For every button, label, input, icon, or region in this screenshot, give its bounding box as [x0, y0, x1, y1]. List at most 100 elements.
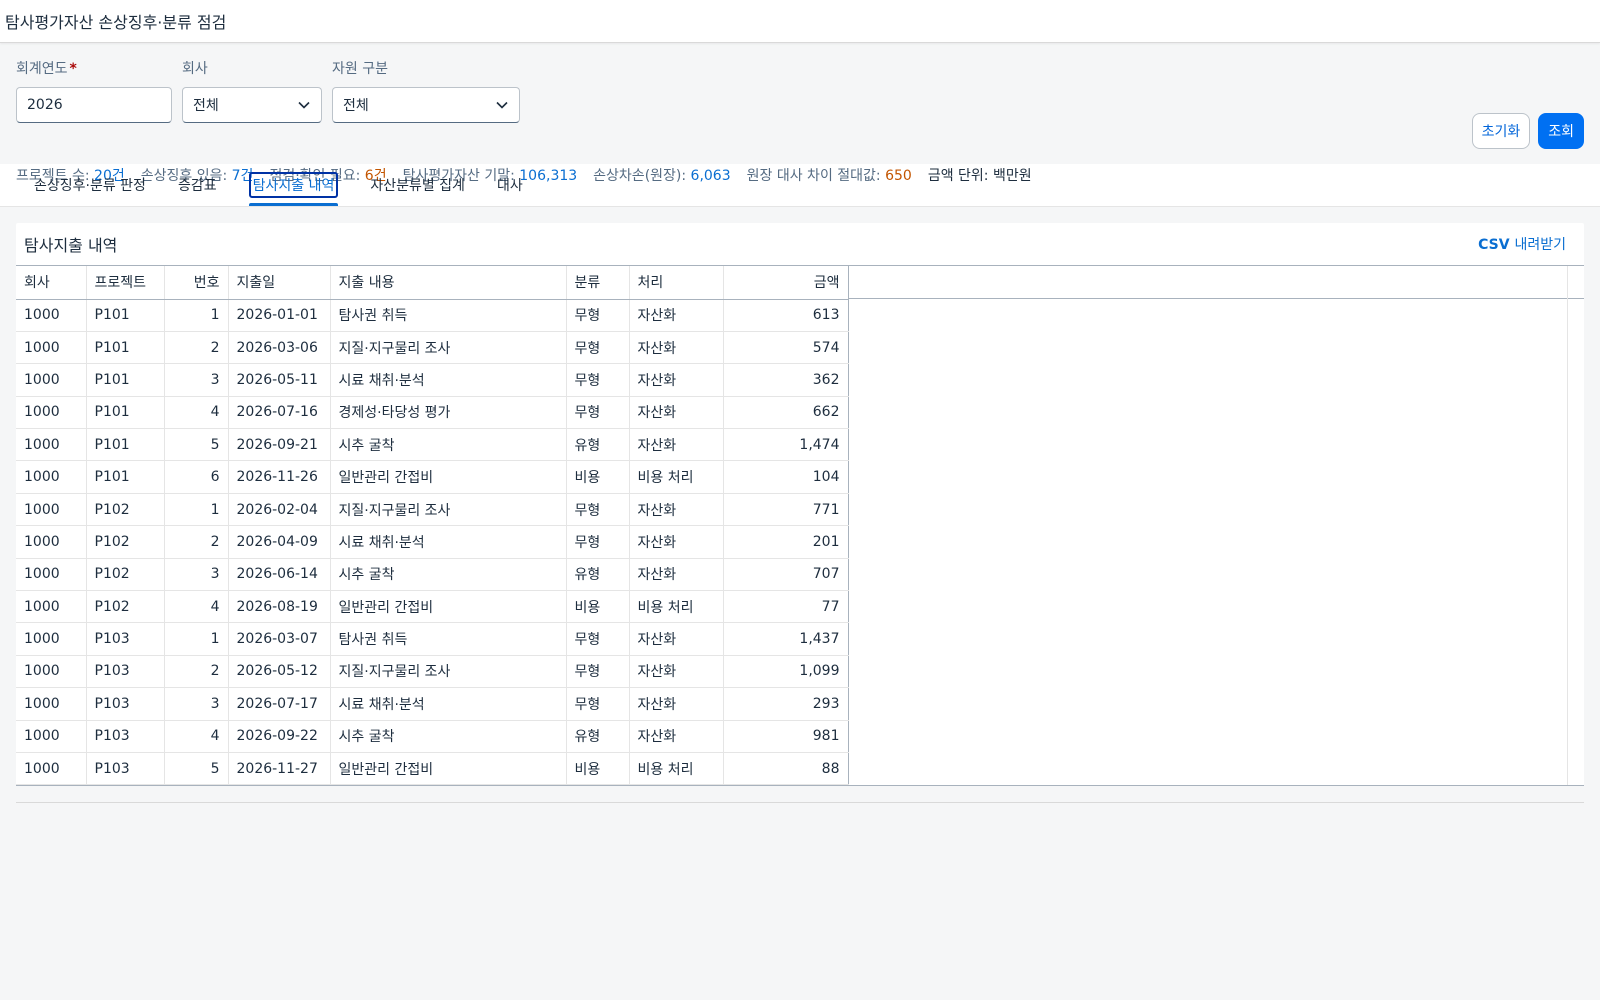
table-cell: 1,474	[723, 428, 849, 462]
expenditure-table: 회사 프로젝트 번호 지출일 지출 내용 분류 처리 금액 1000 P101 1 2…	[16, 266, 849, 786]
col-description[interactable]: 지출 내용	[330, 266, 567, 300]
table-row[interactable]: 1000 P103 1 2026-03-07 탐사권 취득 무형 자산화 1,437	[16, 622, 849, 656]
table-cell: P102	[86, 525, 165, 559]
table-cell: 자산화	[629, 655, 724, 689]
resource-select[interactable]: 전체	[332, 87, 520, 123]
col-treatment[interactable]: 처리	[629, 266, 724, 300]
table-cell: 유형	[566, 720, 630, 753]
table-cell: 1	[164, 299, 229, 332]
col-amount[interactable]: 금액	[723, 266, 849, 300]
table-row[interactable]: 1000 P102 4 2026-08-19 일반관리 간접비 비용 비용 처리 77	[16, 590, 849, 624]
table-cell: 자산화	[629, 687, 724, 721]
tab-classification-summary[interactable]: 자산분류별 집계	[354, 164, 481, 206]
table-row[interactable]: 1000 P103 4 2026-09-22 시추 굴착 유형 자산화 981	[16, 720, 849, 753]
reset-button[interactable]: 초기화	[1471, 113, 1531, 149]
table-cell: P101	[86, 396, 165, 430]
filter-actions: 초기화 조회	[1471, 113, 1584, 149]
footer-divider	[16, 802, 1584, 804]
company-label: 회사	[182, 61, 208, 77]
col-project[interactable]: 프로젝트	[86, 266, 165, 300]
table-row[interactable]: 1000 P103 5 2026-11-27 일반관리 간접비 비용 비용 처리 88	[16, 752, 849, 786]
expenditure-grid: 회사 프로젝트 번호 지출일 지출 내용 분류 처리 금액 1000 P101 1 2…	[16, 265, 1584, 787]
table-cell: 293	[723, 687, 849, 721]
table-cell: P101	[86, 428, 165, 462]
table-cell: 시료 채취·분석	[330, 687, 567, 721]
table-cell: 1000	[16, 525, 87, 559]
resource-label: 자원 구분	[332, 61, 388, 77]
company-select[interactable]: 전체	[182, 87, 322, 123]
table-cell: 2026-08-19	[228, 590, 331, 624]
table-cell: 자산화	[629, 428, 724, 462]
table-cell: 2026-05-12	[228, 655, 331, 689]
table-cell: 자산화	[629, 493, 724, 527]
table-cell: 574	[723, 331, 849, 365]
table-cell: 무형	[566, 396, 630, 430]
table-cell: 613	[723, 299, 849, 332]
table-cell: 자산화	[629, 299, 724, 332]
table-cell: 무형	[566, 331, 630, 365]
table-cell: P103	[86, 720, 165, 753]
table-cell: 시추 굴착	[330, 720, 567, 753]
table-row[interactable]: 1000 P102 1 2026-02-04 지질·지구물리 조사 무형 자산화 771	[16, 493, 849, 527]
table-cell: 1000	[16, 363, 87, 397]
year-label: 회계연도 *	[16, 61, 77, 77]
table-cell: P102	[86, 590, 165, 624]
col-date[interactable]: 지출일	[228, 266, 331, 300]
table-cell: 1,437	[723, 622, 849, 656]
table-cell: 88	[723, 752, 849, 786]
table-cell: 4	[164, 590, 229, 624]
tab-changes[interactable]: 증감표	[162, 164, 233, 206]
col-category[interactable]: 분류	[566, 266, 630, 300]
table-cell: 1000	[16, 655, 87, 689]
tab-judgment[interactable]: 손상징후·분류 판정	[18, 164, 162, 206]
table-cell: P101	[86, 460, 165, 494]
table-cell: 1000	[16, 331, 87, 365]
filter-bar: 회계연도 * 2026 회사 전체 자원 구분 전체 초기화 조회 프로젝트 수:…	[0, 43, 1600, 184]
table-cell: 유형	[566, 558, 630, 592]
table-cell: 2	[164, 331, 229, 365]
table-cell: 104	[723, 460, 849, 494]
table-cell: 지질·지구물리 조사	[330, 655, 567, 689]
summary-unit: 금액 단위: 백만원	[927, 168, 1032, 184]
table-cell: 비용 처리	[629, 460, 724, 494]
table-cell: 1000	[16, 590, 87, 624]
tab-expenditures[interactable]: 탐사지출 내역	[233, 164, 355, 206]
table-cell: 지질·지구물리 조사	[330, 331, 567, 365]
table-row[interactable]: 1000 P102 2 2026-04-09 시료 채취·분석 무형 자산화 201	[16, 525, 849, 559]
col-number[interactable]: 번호	[164, 266, 229, 300]
table-cell: 일반관리 간접비	[330, 460, 567, 494]
table-row[interactable]: 1000 P101 4 2026-07-16 경제성·타당성 평가 무형 자산화 662	[16, 396, 849, 430]
search-button[interactable]: 조회	[1538, 113, 1584, 149]
table-cell: 일반관리 간접비	[330, 590, 567, 624]
table-row[interactable]: 1000 P101 2 2026-03-06 지질·지구물리 조사 무형 자산화 574	[16, 331, 849, 365]
table-cell: 비용 처리	[629, 590, 724, 624]
table-row[interactable]: 1000 P101 5 2026-09-21 시추 굴착 유형 자산화 1,474	[16, 428, 849, 462]
table-cell: 무형	[566, 525, 630, 559]
year-input[interactable]: 2026	[16, 87, 172, 123]
table-cell: P103	[86, 622, 165, 656]
table-row[interactable]: 1000 P102 3 2026-06-14 시추 굴착 유형 자산화 707	[16, 558, 849, 592]
table-row[interactable]: 1000 P103 2 2026-05-12 지질·지구물리 조사 무형 자산화 1,099	[16, 655, 849, 689]
table-cell: P103	[86, 752, 165, 786]
table-cell: 무형	[566, 299, 630, 332]
table-cell: 1000	[16, 299, 87, 332]
table-row[interactable]: 1000 P101 3 2026-05-11 시료 채취·분석 무형 자산화 362	[16, 363, 849, 397]
table-row[interactable]: 1000 P103 3 2026-07-17 시료 채취·분석 무형 자산화 293	[16, 687, 849, 721]
table-row[interactable]: 1000 P101 1 2026-01-01 탐사권 취득 무형 자산화 613	[16, 299, 849, 332]
filter-group: 회계연도 * 2026 회사 전체 자원 구분 전체	[16, 59, 1584, 123]
table-cell: 탐사권 취득	[330, 299, 567, 332]
table-cell: 자산화	[629, 622, 724, 656]
table-cell: 3	[164, 687, 229, 721]
table-cell: 자산화	[629, 396, 724, 430]
table-cell: 707	[723, 558, 849, 592]
table-cell: 2026-09-22	[228, 720, 331, 753]
csv-download-link[interactable]: CSV 내려받기	[1478, 234, 1566, 254]
table-cell: 771	[723, 493, 849, 527]
table-cell: 경제성·타당성 평가	[330, 396, 567, 430]
tab-reconciliation[interactable]: 대사	[481, 164, 539, 206]
table-cell: 시료 채취·분석	[330, 525, 567, 559]
col-company[interactable]: 회사	[16, 266, 87, 300]
table-row[interactable]: 1000 P101 6 2026-11-26 일반관리 간접비 비용 비용 처리 104	[16, 460, 849, 494]
table-cell: 2026-03-07	[228, 622, 331, 656]
table-cell: 시추 굴착	[330, 428, 567, 462]
